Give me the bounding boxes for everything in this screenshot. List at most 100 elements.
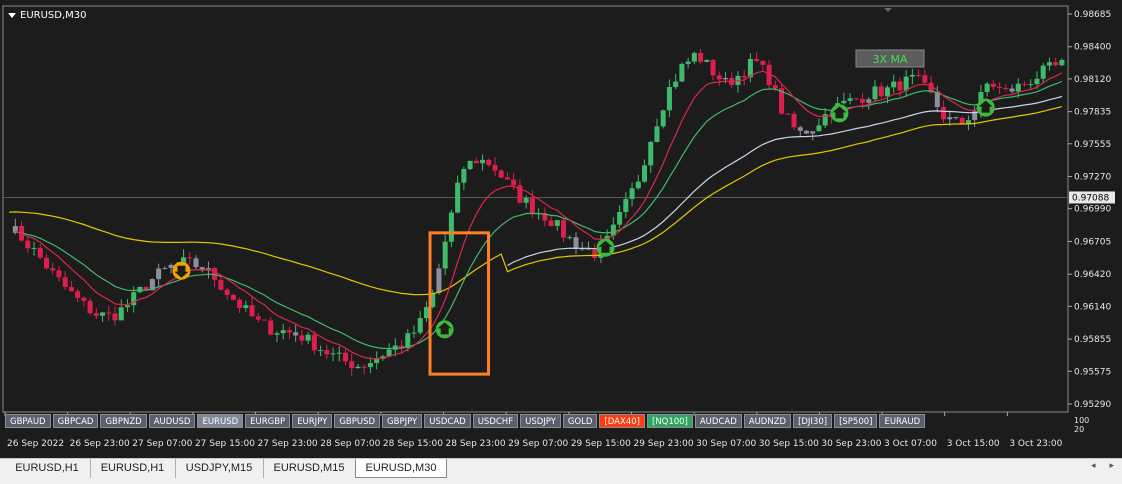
y-tick-label: 0.95575 [1074,367,1111,377]
symbol-button-gbpaud[interactable]: GBPAUD [5,414,51,428]
candle-body [423,307,429,319]
scroll-left-icon[interactable]: ◂ [1091,461,1096,471]
chart-tab[interactable]: EURUSD,M15 [263,459,356,478]
symbol-button-gold[interactable]: GOLD [562,414,598,428]
symbol-button-audusd[interactable]: AUDUSD [148,414,196,428]
candle-body [916,74,922,76]
x-tick-label: 30 Sep 07:00 [696,439,756,449]
candle-body [193,258,199,268]
candle-body [224,289,230,295]
candle-body [891,81,897,88]
symbol-button-sp500[interactable]: [SP500] [834,414,878,428]
y-tick-label: 0.97270 [1074,173,1111,183]
candle-body [1040,65,1046,79]
candle-body [934,92,940,108]
symbol-button-usdchf[interactable]: USDCHF [472,414,519,428]
candle-body [355,366,361,369]
candle-body [187,257,193,259]
candle-body [760,60,766,65]
candle-body [554,220,560,226]
chart-tab[interactable]: EURUSD,M30 [355,459,447,478]
chart-tab[interactable]: EURUSD,H1 [90,459,176,478]
candle-body [268,320,274,335]
symbol-button-dji30[interactable]: [DJI30] [793,414,833,428]
candle-body [124,305,130,308]
candle-body [704,59,710,62]
candle-body [878,86,884,97]
symbol-button-eurusd[interactable]: EURUSD [197,414,244,428]
symbol-button-gbpusd[interactable]: GBPUSD [334,414,381,428]
candle-body [791,113,797,128]
symbol-button-nq100[interactable]: [NQ100] [646,414,693,428]
x-tick-label: 27 Sep 07:00 [132,439,192,449]
candle-body [698,52,704,62]
symbol-button-audcad[interactable]: AUDCAD [694,414,742,428]
candle-body [953,117,959,119]
candle-body [642,165,648,182]
price-chart[interactable]: 0.98685 0.98400 0.98120 0.97835 0.97555 0.972… [0,0,1122,458]
candle-body [436,268,442,293]
candle-body [37,247,43,258]
candle-body [523,198,529,203]
scale-label: 20 [1074,425,1084,434]
symbol-button-gbpcad[interactable]: GBPCAD [52,414,99,428]
candle-body [342,352,349,362]
symbol-button-eurgbp[interactable]: EURGBP [245,414,291,428]
chart-tab[interactable]: USDJPY,M15 [175,459,264,478]
candle-body [311,334,317,351]
candle-body [810,131,816,134]
symbol-button-dax40[interactable]: [DAX40] [599,414,645,428]
candle-body [548,220,554,226]
symbol-button-audnzd[interactable]: AUDNZD [743,414,792,428]
candle-body [648,141,654,166]
x-tick-label: 30 Sep 15:00 [759,439,819,449]
candle-body [498,170,504,178]
symbol-button-usdjpy[interactable]: USDJPY [520,414,561,428]
candle-body [841,100,847,104]
candle-body [504,177,510,180]
candle-body [679,63,685,82]
chart-tab[interactable]: EURUSD,H1 [4,459,91,478]
candle-body [455,182,461,213]
y-tick-label: 0.96140 [1074,302,1111,312]
candle-body [280,330,286,334]
candle-body [93,313,99,316]
candle-body [480,159,486,164]
dropdown-triangle-icon[interactable] [8,13,16,18]
candle-body [1021,83,1028,85]
y-tick-label: 0.98120 [1074,75,1111,85]
x-tick-label: 28 Sep 15:00 [383,439,443,449]
symbol-button-usdcad[interactable]: USDCAD [424,414,471,428]
candle-body [43,257,50,269]
symbol-button-gbpnzd[interactable]: GBPNZD [100,414,147,428]
candle-body [1003,88,1009,90]
candle-body [361,366,367,368]
candle-body [473,160,479,164]
candle-body [673,81,679,88]
candle-body [112,313,118,321]
symbol-button-gbpjpy[interactable]: GBPJPY [382,414,423,428]
candle-body [635,181,641,189]
x-tick-label: 3 Oct 23:00 [1009,439,1062,449]
candle-body [56,270,62,278]
candle-body [909,74,915,77]
symbol-button-euraud[interactable]: EURAUD [879,414,926,428]
chart-symbol-text: EURUSD,M30 [20,10,87,21]
candle-body [592,249,598,258]
candle-body [156,268,162,280]
x-tick-label: 29 Sep 07:00 [508,439,568,449]
scroll-right-icon[interactable]: ▸ [1109,461,1114,471]
candle-body [567,237,573,239]
chart-window[interactable]: 0.98685 0.98400 0.98120 0.97835 0.97555 0.972… [0,0,1122,458]
current-price-label: 0.97088 [1072,193,1109,203]
indicator-label: 3X MA [872,53,908,66]
symbol-button-eurjpy[interactable]: EURJPY [292,414,333,428]
candle-body [318,350,324,352]
ma-yellow-line [9,106,1063,296]
candle-body [50,268,56,271]
y-tick-label: 0.97555 [1074,140,1111,150]
candle-body [860,98,866,103]
candle-body [255,316,261,320]
candle-body [990,83,996,87]
candle-body [741,75,747,78]
